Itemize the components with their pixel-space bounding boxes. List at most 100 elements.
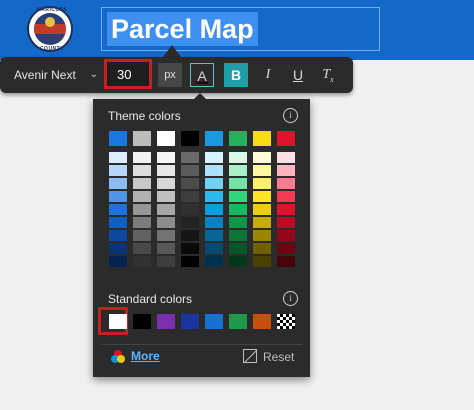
theme-shade-swatch[interactable]: [253, 243, 271, 255]
theme-shade-swatch[interactable]: [205, 256, 223, 268]
theme-shade-swatch[interactable]: [229, 165, 247, 177]
theme-shade-swatch[interactable]: [157, 256, 175, 268]
theme-shade-swatch[interactable]: [109, 178, 127, 190]
color-palette-icon[interactable]: [110, 349, 126, 365]
theme-shade-swatch[interactable]: [277, 243, 295, 255]
theme-shade-swatch[interactable]: [133, 243, 151, 255]
bold-button[interactable]: B: [224, 63, 248, 87]
theme-shade-swatch[interactable]: [181, 152, 199, 164]
theme-shade-swatch[interactable]: [277, 230, 295, 242]
theme-shade-swatch[interactable]: [229, 178, 247, 190]
theme-shade-swatch[interactable]: [253, 204, 271, 216]
theme-shade-swatch[interactable]: [253, 217, 271, 229]
transparent-color-swatch[interactable]: [277, 314, 295, 329]
theme-shade-swatch[interactable]: [253, 256, 271, 268]
theme-shade-swatch[interactable]: [205, 217, 223, 229]
theme-shade-swatch[interactable]: [109, 152, 127, 164]
theme-shade-swatch[interactable]: [277, 178, 295, 190]
italic-button[interactable]: I: [256, 63, 280, 87]
theme-color-swatch[interactable]: [277, 131, 295, 146]
theme-shade-swatch[interactable]: [253, 165, 271, 177]
theme-shade-swatch[interactable]: [133, 165, 151, 177]
reset-icon[interactable]: [243, 349, 257, 363]
theme-shade-swatch[interactable]: [109, 165, 127, 177]
theme-shade-swatch[interactable]: [253, 230, 271, 242]
theme-color-swatch[interactable]: [229, 131, 247, 146]
theme-color-swatch[interactable]: [181, 131, 199, 146]
theme-shade-swatch[interactable]: [229, 152, 247, 164]
theme-shade-swatch[interactable]: [229, 204, 247, 216]
theme-shade-swatch[interactable]: [133, 178, 151, 190]
theme-shade-swatch[interactable]: [205, 152, 223, 164]
theme-shade-swatch[interactable]: [157, 178, 175, 190]
theme-shade-swatch[interactable]: [109, 256, 127, 268]
theme-shade-swatch[interactable]: [109, 230, 127, 242]
theme-shade-swatch[interactable]: [277, 152, 295, 164]
theme-shade-swatch[interactable]: [181, 178, 199, 190]
theme-info-icon[interactable]: i: [283, 108, 298, 123]
theme-shade-swatch[interactable]: [205, 178, 223, 190]
title-text-editor[interactable]: Parcel Map: [101, 7, 380, 51]
theme-shade-swatch[interactable]: [109, 204, 127, 216]
standard-color-swatch[interactable]: [133, 314, 151, 329]
theme-color-swatch[interactable]: [253, 131, 271, 146]
theme-shade-swatch[interactable]: [205, 204, 223, 216]
theme-shade-swatch[interactable]: [133, 230, 151, 242]
theme-shade-swatch[interactable]: [181, 243, 199, 255]
theme-shade-swatch[interactable]: [229, 256, 247, 268]
font-family-select[interactable]: Avenir Next ⌄: [14, 63, 100, 87]
text-color-button[interactable]: A: [190, 63, 214, 87]
theme-shade-swatch[interactable]: [205, 243, 223, 255]
page-title[interactable]: Parcel Map: [107, 12, 258, 46]
font-size-unit-button[interactable]: px: [158, 63, 182, 87]
theme-shade-swatch[interactable]: [205, 191, 223, 203]
theme-shade-swatch[interactable]: [133, 217, 151, 229]
theme-shade-swatch[interactable]: [277, 204, 295, 216]
theme-shade-swatch[interactable]: [205, 165, 223, 177]
standard-color-swatch[interactable]: [109, 314, 127, 329]
theme-shade-swatch[interactable]: [277, 217, 295, 229]
theme-shade-swatch[interactable]: [157, 217, 175, 229]
theme-shade-swatch[interactable]: [157, 152, 175, 164]
theme-color-swatch[interactable]: [109, 131, 127, 146]
standard-info-icon[interactable]: i: [283, 291, 298, 306]
more-colors-link[interactable]: More: [131, 349, 160, 363]
standard-color-swatch[interactable]: [181, 314, 199, 329]
theme-shade-swatch[interactable]: [229, 191, 247, 203]
font-size-input[interactable]: [104, 59, 152, 89]
reset-button[interactable]: Reset: [263, 350, 294, 364]
clear-formatting-button[interactable]: Tx: [316, 63, 340, 87]
theme-shade-swatch[interactable]: [181, 204, 199, 216]
theme-color-swatch[interactable]: [133, 131, 151, 146]
theme-shade-swatch[interactable]: [181, 217, 199, 229]
standard-color-swatch[interactable]: [253, 314, 271, 329]
theme-shade-swatch[interactable]: [181, 165, 199, 177]
underline-button[interactable]: U: [286, 63, 310, 87]
standard-color-swatch[interactable]: [205, 314, 223, 329]
theme-shade-swatch[interactable]: [133, 256, 151, 268]
theme-shade-swatch[interactable]: [157, 204, 175, 216]
theme-shade-swatch[interactable]: [133, 204, 151, 216]
theme-shade-swatch[interactable]: [109, 191, 127, 203]
theme-shade-swatch[interactable]: [253, 152, 271, 164]
theme-shade-swatch[interactable]: [181, 230, 199, 242]
theme-color-swatch[interactable]: [157, 131, 175, 146]
theme-shade-swatch[interactable]: [133, 152, 151, 164]
theme-shade-swatch[interactable]: [277, 191, 295, 203]
theme-shade-swatch[interactable]: [229, 217, 247, 229]
theme-shade-swatch[interactable]: [229, 243, 247, 255]
theme-shade-swatch[interactable]: [277, 165, 295, 177]
theme-shade-swatch[interactable]: [229, 230, 247, 242]
theme-shade-swatch[interactable]: [157, 243, 175, 255]
theme-color-swatch[interactable]: [205, 131, 223, 146]
theme-shade-swatch[interactable]: [205, 230, 223, 242]
theme-shade-swatch[interactable]: [253, 191, 271, 203]
theme-shade-swatch[interactable]: [109, 217, 127, 229]
standard-color-swatch[interactable]: [229, 314, 247, 329]
theme-shade-swatch[interactable]: [133, 191, 151, 203]
theme-shade-swatch[interactable]: [157, 230, 175, 242]
theme-shade-swatch[interactable]: [157, 191, 175, 203]
theme-shade-swatch[interactable]: [277, 256, 295, 268]
theme-shade-swatch[interactable]: [157, 165, 175, 177]
standard-color-swatch[interactable]: [157, 314, 175, 329]
